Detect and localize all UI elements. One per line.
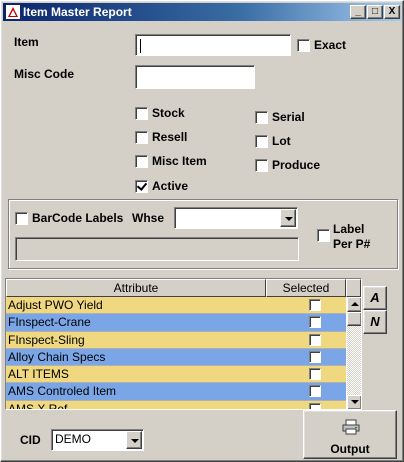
- minimize-button[interactable]: _: [350, 5, 366, 19]
- misc-item-label: Misc Item: [152, 154, 207, 168]
- item-master-report-window: Item Master Report _ □ X Item Exact Misc…: [0, 0, 404, 462]
- whse-label: Whse: [132, 211, 165, 225]
- stock-label: Stock: [152, 106, 185, 120]
- active-checkbox[interactable]: Active: [135, 179, 188, 193]
- item-input[interactable]: [135, 34, 291, 56]
- chevron-down-icon[interactable]: [126, 431, 142, 449]
- table-row[interactable]: FInspect-Sling: [6, 331, 346, 349]
- produce-checkbox-box[interactable]: [255, 158, 268, 172]
- active-checkbox-box[interactable]: [135, 179, 148, 193]
- misc-code-input[interactable]: [135, 65, 255, 89]
- active-label: Active: [152, 179, 189, 193]
- produce-checkbox[interactable]: Produce: [255, 158, 320, 172]
- app-icon: [6, 5, 20, 19]
- lot-checkbox[interactable]: Lot: [255, 134, 291, 148]
- selected-cell: [266, 383, 346, 399]
- text-caret: [140, 39, 141, 53]
- misc-item-checkbox-box[interactable]: [135, 154, 148, 168]
- label-per-part-label: Label Per P#: [333, 222, 371, 251]
- whse-select[interactable]: [174, 207, 298, 229]
- cid-label: CID: [20, 433, 41, 447]
- table-row[interactable]: ALT ITEMS: [6, 366, 346, 384]
- selected-checkbox[interactable]: [309, 368, 321, 381]
- cid-value: DEMO: [55, 432, 91, 446]
- selected-checkbox[interactable]: [309, 402, 321, 409]
- resell-checkbox[interactable]: Resell: [135, 130, 187, 144]
- attribute-cell[interactable]: AMS Controled Item: [6, 383, 266, 399]
- grid-scrollbar[interactable]: [347, 297, 361, 409]
- item-label: Item: [14, 35, 39, 49]
- table-row[interactable]: AMS Controled Item: [6, 383, 346, 401]
- selected-checkbox[interactable]: [309, 316, 321, 329]
- serial-label: Serial: [272, 110, 305, 124]
- resell-label: Resell: [152, 130, 188, 144]
- exact-checkbox[interactable]: Exact: [297, 38, 346, 52]
- grid-rows: Adjust PWO Yield FInspect-Crane FInspect-S…: [6, 297, 346, 409]
- output-button[interactable]: Output: [303, 410, 397, 459]
- selected-checkbox[interactable]: [309, 333, 321, 346]
- attribute-cell[interactable]: ALT ITEMS: [6, 366, 266, 382]
- select-all-button[interactable]: A: [363, 286, 387, 310]
- output-label: Output: [330, 442, 370, 456]
- selected-cell: [266, 332, 346, 348]
- window-title: Item Master Report: [23, 5, 132, 19]
- close-button[interactable]: X: [384, 5, 400, 19]
- selected-cell: [266, 366, 346, 382]
- printer-icon: [342, 419, 360, 435]
- resell-checkbox-box[interactable]: [135, 130, 148, 144]
- attribute-cell[interactable]: FInspect-Sling: [6, 332, 266, 348]
- column-header-attribute[interactable]: Attribute: [6, 279, 266, 297]
- table-row[interactable]: FInspect-Crane: [6, 314, 346, 332]
- attribute-cell[interactable]: Adjust PWO Yield: [6, 297, 266, 313]
- selected-cell: [266, 297, 346, 313]
- selected-cell: [266, 314, 346, 330]
- scroll-up-icon[interactable]: [347, 297, 361, 312]
- stock-checkbox[interactable]: Stock: [135, 106, 185, 120]
- column-header-spacer: [346, 279, 361, 297]
- selected-checkbox[interactable]: [309, 350, 321, 363]
- title-bar[interactable]: Item Master Report _ □ X: [3, 3, 401, 21]
- scroll-thumb[interactable]: [347, 312, 361, 326]
- attribute-cell[interactable]: AMS X Ref: [6, 401, 266, 409]
- serial-checkbox-box[interactable]: [255, 110, 268, 124]
- table-row[interactable]: Alloy Chain Specs: [6, 348, 346, 367]
- label-per-part-checkbox[interactable]: [317, 229, 334, 242]
- selected-checkbox[interactable]: [309, 299, 321, 311]
- stock-checkbox-box[interactable]: [135, 106, 148, 120]
- barcode-labels-checkbox-box[interactable]: [15, 211, 28, 225]
- barcode-labels-checkbox[interactable]: BarCode Labels: [15, 211, 123, 225]
- attribute-cell[interactable]: FInspect-Crane: [6, 314, 266, 330]
- selected-checkbox[interactable]: [309, 385, 321, 398]
- selected-cell: [266, 401, 346, 409]
- exact-label: Exact: [314, 38, 347, 52]
- attribute-grid[interactable]: Attribute Selected Adjust PWO Yield FInsp…: [5, 278, 362, 410]
- exact-checkbox-box[interactable]: [297, 38, 310, 52]
- barcode-labels-label: BarCode Labels: [32, 211, 124, 225]
- table-row[interactable]: AMS X Ref: [6, 400, 346, 409]
- attribute-cell[interactable]: Alloy Chain Specs: [6, 349, 266, 365]
- column-header-selected[interactable]: Selected: [266, 279, 346, 297]
- maximize-button[interactable]: □: [367, 5, 383, 19]
- misc-item-checkbox[interactable]: Misc Item: [135, 154, 207, 168]
- barcode-field: [15, 237, 299, 261]
- table-row[interactable]: Adjust PWO Yield: [6, 297, 346, 315]
- misc-code-label: Misc Code: [14, 67, 75, 81]
- chevron-down-icon[interactable]: [280, 209, 296, 227]
- select-none-button[interactable]: N: [363, 310, 387, 334]
- scroll-down-icon[interactable]: [347, 395, 361, 409]
- selected-cell: [266, 349, 346, 365]
- label-per-part-checkbox-box[interactable]: [317, 229, 330, 242]
- produce-label: Produce: [272, 158, 321, 172]
- serial-checkbox[interactable]: Serial: [255, 110, 305, 124]
- grid-header: Attribute Selected: [6, 279, 361, 297]
- lot-label: Lot: [272, 134, 291, 148]
- cid-select[interactable]: DEMO: [51, 429, 144, 451]
- lot-checkbox-box[interactable]: [255, 134, 268, 148]
